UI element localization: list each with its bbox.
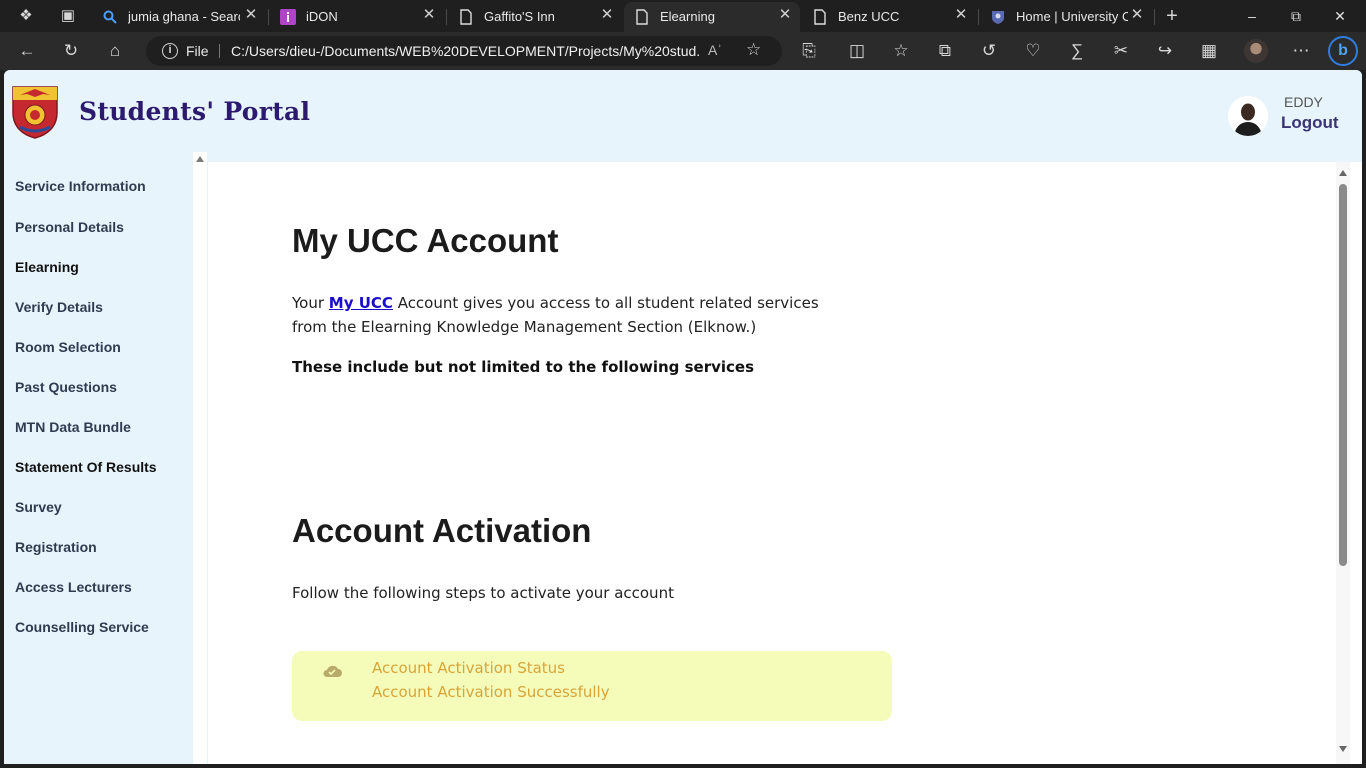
address-divider bbox=[219, 44, 220, 58]
close-icon[interactable]: ✕ bbox=[598, 6, 616, 24]
cloud-check-icon bbox=[322, 663, 342, 677]
sidebar-nav: Service Information Personal Details Ele… bbox=[4, 162, 193, 764]
close-icon[interactable]: ✕ bbox=[1128, 6, 1146, 24]
home-icon[interactable]: ⌂ bbox=[104, 40, 126, 62]
profile-avatar[interactable] bbox=[1244, 39, 1268, 63]
close-icon[interactable]: ✕ bbox=[952, 6, 970, 24]
history-icon[interactable]: ↺ bbox=[978, 40, 1000, 62]
sidebar-item-access-lecturers[interactable]: Access Lecturers bbox=[15, 579, 132, 595]
university-crest-icon bbox=[990, 9, 1006, 25]
more-options-icon[interactable]: ⋯ bbox=[1290, 40, 1312, 62]
portal-header: Students' Portal EDDY Logout bbox=[4, 70, 1362, 162]
sidebar-item-mtn-data-bundle[interactable]: MTN Data Bundle bbox=[15, 419, 131, 435]
apps-icon[interactable]: ▦ bbox=[1198, 40, 1220, 62]
tab-title: iDON bbox=[306, 9, 338, 24]
tab-actions-icon[interactable]: ▣ bbox=[58, 6, 78, 26]
tab-title: Benz UCC bbox=[838, 9, 900, 24]
extensions-icon[interactable]: ⎘ bbox=[798, 40, 820, 62]
favorites-icon[interactable]: ☆ bbox=[890, 40, 912, 62]
sidebar-item-registration[interactable]: Registration bbox=[15, 539, 97, 555]
browser-tab-bar: ❖ ▣ jumia ghana - Search ✕ iDON ✕ Gaffit… bbox=[0, 0, 1366, 32]
activation-status-box: Account Activation Status Account Activa… bbox=[292, 651, 892, 721]
browser-toolbar: ← ↻ ⌂ i File C:/Users/dieu-/Documents/WE… bbox=[0, 32, 1366, 70]
account-heading: My UCC Account bbox=[292, 222, 559, 259]
page-icon bbox=[812, 9, 828, 25]
restore-icon[interactable]: ⧉ bbox=[1274, 0, 1318, 32]
read-aloud-icon[interactable]: Aʾ bbox=[708, 42, 722, 58]
sidebar-item-statement-of-results[interactable]: Statement Of Results bbox=[15, 459, 157, 475]
sidebar-item-elearning[interactable]: Elearning bbox=[15, 259, 79, 275]
refresh-icon[interactable]: ↻ bbox=[60, 40, 82, 62]
address-bar[interactable]: i File C:/Users/dieu-/Documents/WEB%20DE… bbox=[146, 36, 782, 66]
favorite-star-icon[interactable]: ☆ bbox=[746, 40, 761, 60]
my-ucc-link[interactable]: My UCC bbox=[329, 294, 393, 312]
main-content: My UCC Account Your My UCC Account gives… bbox=[208, 162, 1362, 764]
sidebar-item-counselling-service[interactable]: Counselling Service bbox=[15, 619, 149, 635]
scroll-up-arrow-icon[interactable] bbox=[196, 156, 204, 162]
activation-heading: Account Activation bbox=[292, 512, 592, 549]
activation-intro: Follow the following steps to activate y… bbox=[292, 584, 674, 602]
logout-link[interactable]: Logout bbox=[1281, 113, 1339, 133]
tab-separator bbox=[268, 9, 269, 25]
collections-icon[interactable]: ⧉ bbox=[934, 40, 956, 62]
share-icon[interactable]: ↪ bbox=[1154, 40, 1176, 62]
sidebar-item-survey[interactable]: Survey bbox=[15, 499, 62, 515]
tab-university-home[interactable]: Home | University Of ✕ bbox=[980, 2, 1152, 32]
tab-separator bbox=[978, 9, 979, 25]
sidebar-item-past-questions[interactable]: Past Questions bbox=[15, 379, 117, 395]
tab-jumia[interactable]: jumia ghana - Search ✕ bbox=[92, 2, 266, 32]
tab-title: Home | University Of bbox=[1016, 9, 1128, 24]
workspaces-icon[interactable]: ❖ bbox=[16, 6, 36, 26]
user-name: EDDY bbox=[1284, 94, 1323, 110]
close-icon[interactable]: ✕ bbox=[776, 6, 794, 24]
web-capture-icon[interactable]: ✂ bbox=[1110, 40, 1132, 62]
tab-title: Elearning bbox=[660, 9, 715, 24]
sidebar-item-verify-details[interactable]: Verify Details bbox=[15, 299, 103, 315]
web-page: Students' Portal EDDY Logout Service Inf… bbox=[4, 70, 1362, 764]
window-close-icon[interactable]: ✕ bbox=[1318, 0, 1362, 32]
tab-title: Gaffito'S Inn bbox=[484, 9, 555, 24]
ucc-crest-logo bbox=[10, 83, 60, 139]
tab-separator bbox=[446, 9, 447, 25]
tab-idon[interactable]: iDON ✕ bbox=[270, 2, 444, 32]
tab-separator bbox=[1154, 9, 1155, 25]
search-icon bbox=[102, 9, 118, 25]
math-solver-icon[interactable]: ∑ bbox=[1066, 40, 1088, 62]
tab-benz-ucc[interactable]: Benz UCC ✕ bbox=[802, 2, 976, 32]
page-icon bbox=[458, 9, 474, 25]
split-screen-icon[interactable]: ◫ bbox=[846, 40, 868, 62]
info-icon[interactable]: i bbox=[162, 43, 178, 59]
copilot-icon[interactable]: b bbox=[1328, 36, 1358, 66]
close-icon[interactable]: ✕ bbox=[242, 6, 260, 24]
scroll-down-arrow-icon[interactable] bbox=[1339, 746, 1347, 752]
tab-gaffitos-inn[interactable]: Gaffito'S Inn ✕ bbox=[448, 2, 622, 32]
account-intro: Your My UCC Account gives you access to … bbox=[292, 291, 832, 339]
intro-text-before: Your bbox=[292, 294, 329, 312]
sidebar-scrollbar[interactable] bbox=[193, 152, 207, 764]
status-title: Account Activation Status bbox=[372, 659, 565, 677]
close-icon[interactable]: ✕ bbox=[420, 6, 438, 24]
back-icon[interactable]: ← bbox=[16, 40, 38, 62]
user-avatar[interactable] bbox=[1228, 96, 1268, 136]
scroll-up-arrow-icon[interactable] bbox=[1339, 170, 1347, 176]
portal-title: Students' Portal bbox=[79, 97, 311, 126]
page-icon bbox=[634, 9, 650, 25]
sidebar-item-room-selection[interactable]: Room Selection bbox=[15, 339, 121, 355]
address-url[interactable]: C:/Users/dieu-/Documents/WEB%20DEVELOPME… bbox=[231, 43, 701, 59]
sidebar-item-personal-details[interactable]: Personal Details bbox=[15, 219, 124, 235]
scrollbar-thumb[interactable] bbox=[1339, 184, 1347, 566]
window-bottom-edge bbox=[0, 764, 1366, 768]
services-line: These include but not limited to the fol… bbox=[292, 358, 755, 376]
address-scheme-label: File bbox=[186, 43, 209, 59]
idon-favicon bbox=[280, 9, 296, 25]
tab-title: jumia ghana - Search bbox=[128, 9, 240, 24]
status-message: Account Activation Successfully bbox=[372, 683, 610, 701]
tab-elearning[interactable]: Elearning ✕ bbox=[624, 2, 800, 32]
browser-essentials-icon[interactable]: ♡ bbox=[1022, 40, 1044, 62]
main-scrollbar[interactable] bbox=[1336, 162, 1350, 764]
sidebar-item-service-information[interactable]: Service Information bbox=[15, 178, 146, 194]
minimize-icon[interactable]: – bbox=[1230, 0, 1274, 32]
new-tab-icon[interactable]: + bbox=[1162, 6, 1182, 26]
